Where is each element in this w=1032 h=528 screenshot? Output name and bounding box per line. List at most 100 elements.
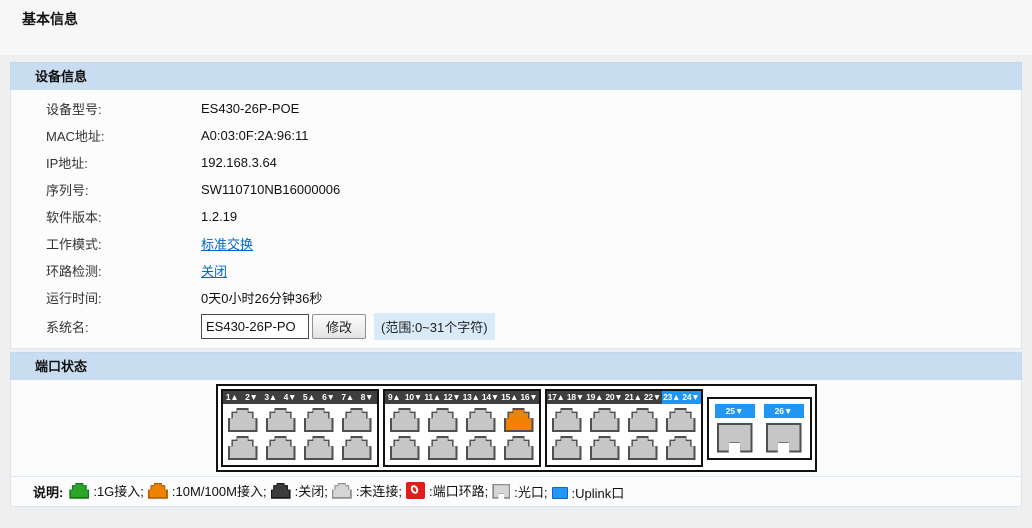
legend: 说明: :1G接入;:10M/100M接入;:关闭;:未连接;:端口环路;:光口… [11, 476, 1021, 506]
port-header-8: 8▼ [357, 391, 376, 404]
port-panel: 1▲2▼3▲4▼5▲6▼7▲8▼9▲10▼11▲12▼13▲14▼15▲16▼1… [216, 384, 817, 472]
port-15-icon[interactable] [504, 408, 534, 432]
port-1-icon[interactable] [228, 408, 258, 432]
row-mac-address: MAC地址: A0:03:0F:2A:96:11 [11, 122, 1021, 149]
field-value: 0天0小时26分钟36秒 [201, 288, 322, 307]
device-info-header: 设备信息 [10, 62, 1022, 90]
port-22-icon[interactable] [628, 436, 658, 460]
uplink-icon [552, 487, 568, 499]
green-port-icon [69, 483, 89, 499]
port-header-20: 20▼ [604, 391, 623, 404]
port-8-fill [344, 438, 370, 458]
port-26-icon[interactable] [766, 423, 802, 453]
port-9-fill [392, 410, 418, 430]
fiber-port-fill [494, 485, 509, 497]
port-group-1-grid [223, 404, 377, 465]
port-group-2-header: 9▲10▼11▲12▼13▲14▼15▲16▼ [385, 391, 539, 404]
field-label: 系统名: [46, 317, 201, 336]
port-19-icon[interactable] [590, 408, 620, 432]
port-20-icon[interactable] [590, 436, 620, 460]
port-25-icon[interactable] [717, 423, 753, 453]
orange-port-fill [149, 484, 166, 497]
device-info-section: 设备信息 设备型号: ES430-26P-POE MAC地址: A0:03:0F… [10, 62, 1022, 349]
legend-items: :1G接入;:10M/100M接入;:关闭;:未连接;:端口环路;:光口;:Up… [69, 481, 628, 503]
legend-item-text: :关闭; [295, 481, 328, 500]
port-2-fill [230, 438, 256, 458]
legend-item: :1G接入; [69, 481, 144, 500]
legend-item-text: :1G接入; [93, 481, 144, 500]
port-header-17: 17▲ [547, 391, 566, 404]
field-label: 序列号: [46, 180, 201, 199]
port-header-2: 2▼ [242, 391, 261, 404]
port-status-body: 1▲2▼3▲4▼5▲6▼7▲8▼9▲10▼11▲12▼13▲14▼15▲16▼1… [10, 380, 1022, 507]
fiber-port-icon [492, 484, 510, 499]
port-15-fill [506, 410, 532, 430]
port-13-fill [468, 410, 494, 430]
port-status-header: 端口状态 [10, 352, 1022, 380]
port-6-icon[interactable] [304, 436, 334, 460]
system-name-hint: (范围:0~31个字符) [374, 313, 495, 340]
port-header-12: 12▼ [442, 391, 461, 404]
loop-detect-link[interactable]: 关闭 [201, 261, 227, 280]
row-uptime: 运行时间: 0天0小时26分钟36秒 [11, 284, 1021, 311]
loop-icon [406, 482, 425, 499]
field-label: 运行时间: [46, 288, 201, 307]
orange-port-icon [148, 483, 168, 499]
device-info-body: 设备型号: ES430-26P-POE MAC地址: A0:03:0F:2A:9… [10, 90, 1022, 349]
field-label: 软件版本: [46, 207, 201, 226]
port-11-fill [430, 410, 456, 430]
port-7-icon[interactable] [342, 408, 372, 432]
port-8-icon[interactable] [342, 436, 372, 460]
legend-item: :端口环路; [406, 481, 488, 500]
gray-port-icon [332, 483, 352, 499]
legend-item-text: :Uplink口 [572, 483, 625, 502]
port-17-icon[interactable] [552, 408, 582, 432]
port-16-icon[interactable] [504, 436, 534, 460]
port-13-icon[interactable] [466, 408, 496, 432]
port-9-icon[interactable] [390, 408, 420, 432]
legend-item: :10M/100M接入; [148, 481, 267, 500]
port-18-icon[interactable] [552, 436, 582, 460]
port-26-fill [768, 425, 800, 451]
system-name-input[interactable] [201, 314, 309, 339]
port-24-icon[interactable] [666, 436, 696, 460]
port-header-10: 10▼ [404, 391, 423, 404]
port-header-26: 26▼ [764, 404, 804, 418]
port-3-icon[interactable] [266, 408, 296, 432]
port-5-icon[interactable] [304, 408, 334, 432]
port-6-fill [306, 438, 332, 458]
field-label: 设备型号: [46, 99, 201, 118]
port-11-icon[interactable] [428, 408, 458, 432]
port-2-icon[interactable] [228, 436, 258, 460]
field-value: 192.168.3.64 [201, 155, 277, 170]
port-12-fill [430, 438, 456, 458]
port-group-1-header: 1▲2▼3▲4▼5▲6▼7▲8▼ [223, 391, 377, 404]
port-header-16: 16▼ [519, 391, 538, 404]
top-strip [0, 0, 1032, 55]
port-21-icon[interactable] [628, 408, 658, 432]
port-10-icon[interactable] [390, 436, 420, 460]
black-port-fill [272, 484, 289, 497]
port-14-icon[interactable] [466, 436, 496, 460]
port-group-3-grid [547, 404, 701, 465]
port-header-14: 14▼ [481, 391, 500, 404]
port-header-22: 22▼ [643, 391, 662, 404]
page-title: 基本信息 [22, 9, 78, 29]
work-mode-link[interactable]: 标准交换 [201, 234, 253, 253]
port-21-fill [630, 410, 656, 430]
port-status-section: 端口状态 1▲2▼3▲4▼5▲6▼7▲8▼ 9▲10▼11▲12▼13▲14▼15… [10, 352, 1022, 507]
port-4-icon[interactable] [266, 436, 296, 460]
row-system-name: 系统名: 修改 (范围:0~31个字符) [11, 311, 1021, 342]
port-group-2: 9▲10▼11▲12▼13▲14▼15▲16▼ [383, 389, 541, 467]
modify-button[interactable]: 修改 [312, 314, 366, 339]
port-25-fill [719, 425, 751, 451]
legend-item: :未连接; [332, 481, 402, 500]
black-port-icon [271, 483, 291, 499]
port-23-icon[interactable] [666, 408, 696, 432]
port-12-icon[interactable] [428, 436, 458, 460]
field-value: 1.2.19 [201, 209, 237, 224]
port-10-fill [392, 438, 418, 458]
fiber-col-25: 25▼ [715, 404, 755, 453]
port-3-fill [268, 410, 294, 430]
port-header-7: 7▲ [338, 391, 357, 404]
